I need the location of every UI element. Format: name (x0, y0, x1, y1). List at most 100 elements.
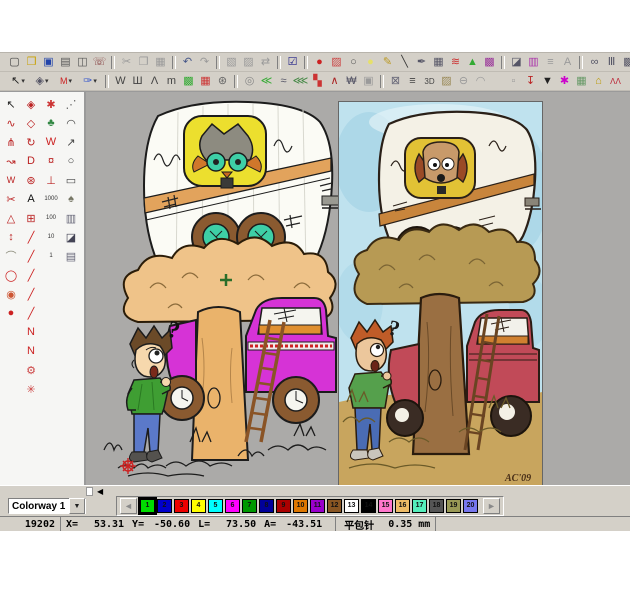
e-stitch-icon[interactable]: m (163, 73, 180, 90)
image-insert-icon[interactable]: ◪ (508, 54, 525, 71)
lasso-tool[interactable]: ∿ (2, 115, 20, 131)
align-text-icon[interactable]: ≡ (542, 54, 559, 71)
gears-tool[interactable]: ⚙ (22, 362, 40, 378)
bitmap-color-icon[interactable]: ▩ (481, 54, 498, 71)
w-underline-tool[interactable]: W (2, 172, 20, 188)
color-swatch-2[interactable]: 2 (157, 499, 172, 513)
reference-artwork-image[interactable]: ? AC'09 (338, 101, 543, 485)
funnel-icon[interactable]: ▼ (539, 73, 556, 90)
color-swatch-8[interactable]: 8 (259, 499, 274, 513)
exchange-icon[interactable]: ⇄ (257, 54, 274, 71)
doc-settings-tool[interactable]: ▤ (62, 248, 80, 264)
ring-lasso-icon[interactable]: ◠ (472, 73, 489, 90)
pen-digitize-icon[interactable]: ✑▾ (78, 73, 102, 90)
print-preview-icon[interactable]: ◫ (74, 54, 91, 71)
ellipse-tool[interactable]: ○ (62, 153, 80, 169)
branch-cut-tool[interactable]: ⋔ (2, 134, 20, 150)
frame-small-icon[interactable]: ▫ (505, 73, 522, 90)
tree-tool[interactable]: ♠ (62, 191, 80, 207)
color-swatch-15[interactable]: 15 (378, 499, 393, 513)
peak-fill-icon[interactable]: ∧ (326, 73, 343, 90)
n-branch-2-tool[interactable]: N (22, 343, 40, 359)
chain-link-icon[interactable]: ∞ (586, 54, 603, 71)
angle-stitch-5-tool[interactable]: ╱ (22, 305, 40, 321)
parallel-lines-tool[interactable]: ⋰ (62, 96, 80, 112)
grid-frame-icon[interactable]: ▦ (573, 73, 590, 90)
stop-red-tool[interactable]: ● (2, 305, 20, 321)
print-icon[interactable]: ▤ (57, 54, 74, 71)
color-swatch-5[interactable]: 5 (208, 499, 223, 513)
color-swatch-11[interactable]: 11 (310, 499, 325, 513)
fan-fill-icon[interactable]: ⋘ (292, 73, 309, 90)
satin-red-icon[interactable]: ● (311, 54, 328, 71)
palette-scroll-left-icon[interactable]: ◄ (120, 498, 137, 514)
reshape-tool-icon[interactable]: ◈▾ (30, 73, 54, 90)
angle-stitch-3-tool[interactable]: ╱ (22, 267, 40, 283)
stitch-mm-icon[interactable]: M▾ (54, 73, 78, 90)
angle-stitch-2-tool[interactable]: ╱ (22, 248, 40, 264)
flower-ball-tool[interactable]: ⊛ (22, 172, 40, 188)
thread-chart-icon[interactable]: ▥ (525, 54, 542, 71)
angle-stitch-1-tool[interactable]: ╱ (22, 229, 40, 245)
pencil-icon[interactable]: ✎ (379, 54, 396, 71)
pattern-green-icon[interactable]: ▩ (180, 73, 197, 90)
redo-icon[interactable]: ↷ (196, 54, 213, 71)
hatch-w-icon[interactable]: ▨ (438, 73, 455, 90)
wheel-fill-icon[interactable]: ◎ (241, 73, 258, 90)
cross-red-icon[interactable]: ▦ (197, 73, 214, 90)
run-1-tool[interactable]: 1 (42, 248, 60, 264)
applique-tool[interactable]: △ (2, 210, 20, 226)
palette-scroll-right-icon[interactable]: ► (483, 498, 500, 514)
color-swatch-19[interactable]: 19 (446, 499, 461, 513)
weave-icon[interactable]: ▩ (620, 54, 630, 71)
color-swatch-16[interactable]: 16 (395, 499, 410, 513)
basket-tool[interactable]: ⊞ (22, 210, 40, 226)
fan-tool[interactable]: ⌒ (2, 248, 20, 264)
lettering-a-tool[interactable]: A (22, 191, 40, 207)
color-swatch-9[interactable]: 9 (276, 499, 291, 513)
outline-shape-icon[interactable]: ○ (345, 54, 362, 71)
color-swatch-20[interactable]: 20 (463, 499, 478, 513)
ww-column-icon[interactable]: ₩ (343, 73, 360, 90)
run-1000-tool[interactable]: 1000 (42, 191, 60, 207)
needle-thread-icon[interactable]: ✒ (413, 54, 430, 71)
plant-tool[interactable]: ♣ (42, 115, 60, 131)
motif-fill-icon[interactable]: ⊛ (214, 73, 231, 90)
design-canvas[interactable]: ? (86, 92, 630, 485)
select-tool-icon[interactable]: ↖▾ (6, 73, 30, 90)
undo-icon[interactable]: ↶ (179, 54, 196, 71)
hatch-red-icon[interactable]: ▨ (328, 54, 345, 71)
line-draw-icon[interactable]: ╲ (396, 54, 413, 71)
thread-red-icon[interactable]: ≋ (447, 54, 464, 71)
contour-fill-icon[interactable]: ≈ (275, 73, 292, 90)
color-swatch-12[interactable]: 12 (327, 499, 342, 513)
rectangle-tool[interactable]: ▭ (62, 172, 80, 188)
shape-eye-icon[interactable]: ⊖ (455, 73, 472, 90)
color-swatch-10[interactable]: 10 (293, 499, 308, 513)
new-design-icon[interactable]: ▢ (6, 54, 23, 71)
curve-fan-icon[interactable]: ≪ (258, 73, 275, 90)
copy-icon[interactable]: ❐ (135, 54, 152, 71)
people-team-icon[interactable]: ΛΛ (607, 73, 624, 90)
chart-green-icon[interactable]: ▲ (464, 54, 481, 71)
view-3d-icon[interactable]: 3D (421, 73, 438, 90)
contrast-box-tool[interactable]: ◪ (62, 229, 80, 245)
open-design-icon[interactable]: ❒ (23, 54, 40, 71)
color-swatch-14[interactable]: 14 (361, 499, 376, 513)
color-swatch-1[interactable]: 1 (140, 499, 155, 513)
auto-digitize-icon[interactable]: ☑ (284, 54, 301, 71)
color-swatch-17[interactable]: 17 (412, 499, 427, 513)
lettering-icon[interactable]: A (559, 54, 576, 71)
node-edit-tool[interactable]: ◈ (22, 96, 40, 112)
w-cut-tool[interactable]: ✂ (2, 191, 20, 207)
stack-list-icon[interactable]: ≡ (404, 73, 421, 90)
needle-red-icon[interactable]: ↧ (522, 73, 539, 90)
color-swatch-6[interactable]: 6 (225, 499, 240, 513)
zigzag-m-tool[interactable]: W (42, 134, 60, 150)
canvas-scroll-left-icon[interactable]: ◀ (97, 487, 103, 496)
run-10-tool[interactable]: 10 (42, 229, 60, 245)
export-shape-tool[interactable]: ↗ (62, 134, 80, 150)
arc-tool[interactable]: ◠ (62, 115, 80, 131)
paint-bucket-tool[interactable]: ◉ (2, 286, 20, 302)
length-arrow-tool[interactable]: ↕ (2, 229, 20, 245)
